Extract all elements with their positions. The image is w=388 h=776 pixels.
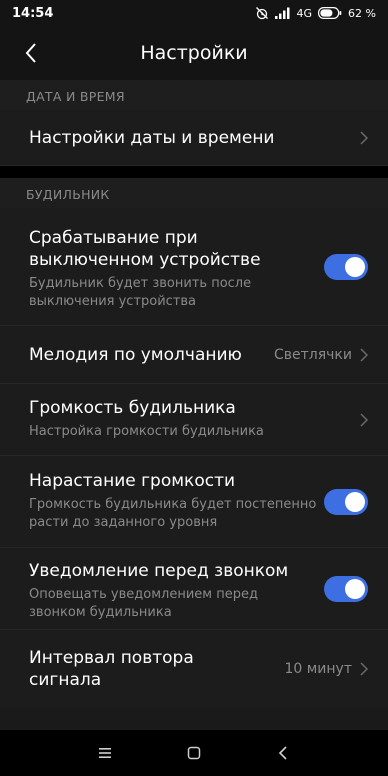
alarm-when-off-toggle[interactable] — [324, 253, 368, 280]
row-volume-ramp[interactable]: Нарастание громкости Громкость будильник… — [0, 456, 388, 548]
signal-icon — [274, 7, 291, 19]
status-icons: 4G 62 % — [255, 6, 376, 20]
top-bar: Настройки — [0, 26, 388, 80]
status-bar: 14:54 4G 62 % — [0, 0, 388, 26]
battery-icon — [318, 7, 342, 19]
network-type: 4G — [296, 6, 313, 20]
section-header-alarm: БУДИЛЬНИК — [0, 178, 388, 208]
row-title: Настройки даты и времени — [29, 128, 275, 148]
toggle-knob — [345, 578, 365, 599]
row-default-melody[interactable]: Мелодия по умолчанию Светлячки — [0, 326, 388, 384]
row-title: Срабатывание при выключенном устройстве — [29, 228, 261, 270]
page-title: Настройки — [140, 42, 248, 64]
row-title: Громкость будильника — [29, 398, 236, 418]
row-right: Светлячки — [274, 347, 368, 363]
nav-back-button[interactable] — [263, 733, 303, 773]
volume-ramp-toggle[interactable] — [324, 488, 368, 515]
row-title: Интервал повтора сигнала — [29, 648, 194, 690]
toggle-knob — [345, 491, 365, 512]
row-right — [324, 575, 368, 602]
row-subtitle: Будильник будет звонить после выключения… — [29, 276, 252, 309]
home-icon — [187, 746, 201, 760]
row-datetime-settings[interactable]: Настройки даты и времени — [0, 110, 388, 166]
chevron-right-icon — [360, 662, 368, 676]
status-time: 14:54 — [12, 5, 54, 21]
row-title: Уведомление перед звонком — [29, 561, 289, 581]
home-button[interactable] — [174, 733, 214, 773]
settings-content[interactable]: ДАТА И ВРЕМЯ Настройки даты и времени БУ… — [0, 80, 388, 730]
row-value: 10 минут — [284, 661, 352, 677]
row-right — [324, 488, 368, 515]
chevron-right-icon — [360, 347, 368, 362]
row-alarm-volume[interactable]: Громкость будильника Настройка громкости… — [0, 384, 388, 456]
back-icon — [279, 746, 287, 760]
row-right — [324, 253, 368, 280]
row-subtitle: Громкость будильника будет постепенно ра… — [29, 497, 317, 530]
row-right: 10 минут — [284, 661, 368, 677]
chevron-right-icon — [360, 412, 368, 427]
chevron-left-icon — [25, 43, 36, 63]
section-gap — [0, 166, 388, 178]
row-subtitle: Оповещать уведомлением перед звонком буд… — [29, 587, 258, 620]
row-title: Нарастание громкости — [29, 471, 236, 491]
row-snooze-interval[interactable]: Интервал повтора сигнала 10 минут — [0, 630, 388, 708]
row-value: Светлячки — [274, 346, 352, 363]
row-right — [360, 412, 368, 427]
row-subtitle: Настройка громкости будильника — [29, 424, 264, 439]
back-button[interactable] — [16, 40, 46, 66]
section-header-datetime: ДАТА И ВРЕМЯ — [0, 80, 388, 110]
menu-button[interactable] — [85, 733, 125, 773]
row-right — [360, 130, 368, 145]
pre-alarm-notification-toggle[interactable] — [324, 575, 368, 602]
battery-level: 62 % — [348, 6, 376, 20]
menu-icon — [98, 748, 111, 758]
chevron-right-icon — [360, 130, 368, 145]
navigation-bar — [0, 730, 388, 776]
row-alarm-when-off[interactable]: Срабатывание при выключенном устройстве … — [0, 208, 388, 326]
toggle-knob — [345, 256, 365, 277]
row-pre-alarm-notification[interactable]: Уведомление перед звонком Оповещать увед… — [0, 548, 388, 630]
alarm-off-icon — [255, 6, 269, 20]
